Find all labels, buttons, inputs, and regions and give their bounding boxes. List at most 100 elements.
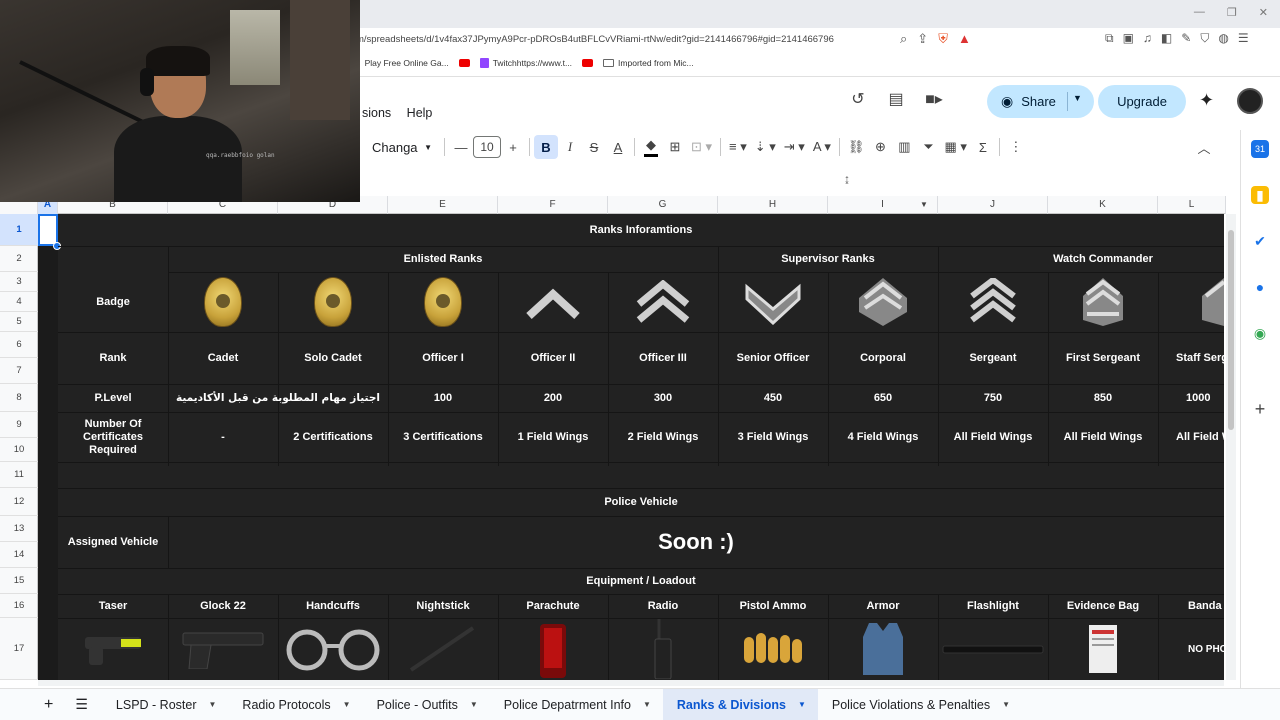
row-header[interactable]: 9 bbox=[0, 412, 38, 438]
strikethrough-icon[interactable]: S bbox=[582, 135, 606, 159]
brave-shield-icon[interactable]: ⛨ bbox=[938, 31, 948, 47]
text-rotation-icon[interactable]: A ▾ bbox=[809, 135, 835, 159]
comments-icon[interactable]: ▤ bbox=[883, 86, 909, 112]
column-header[interactable]: L bbox=[1158, 196, 1226, 214]
column-header[interactable]: E bbox=[388, 196, 498, 214]
music-icon[interactable]: ♫ bbox=[1143, 31, 1152, 46]
more-options-icon[interactable]: ⋮ bbox=[1004, 135, 1028, 159]
equipment-name: Armor bbox=[866, 600, 900, 612]
column-header[interactable]: H bbox=[718, 196, 828, 214]
scroll-thumb[interactable] bbox=[1228, 230, 1234, 430]
add-addon-icon[interactable]: + bbox=[1251, 400, 1269, 418]
contacts-icon[interactable]: ● bbox=[1251, 278, 1269, 296]
bookmark-youtube[interactable] bbox=[458, 59, 470, 67]
bold-icon[interactable]: B bbox=[534, 135, 558, 159]
text-wrapping-icon[interactable]: ⇥ ▾ bbox=[780, 135, 809, 159]
tab-police-outfits[interactable]: Police - Outfits ▼ bbox=[363, 689, 490, 720]
row-header[interactable]: 14 bbox=[0, 542, 38, 568]
menu-extensions[interactable]: sions bbox=[362, 106, 391, 120]
row-header[interactable]: 6 bbox=[0, 332, 38, 358]
vertical-scrollbar[interactable] bbox=[1226, 214, 1236, 680]
row-header[interactable]: 2 bbox=[0, 246, 38, 272]
share-page-icon[interactable]: ⇪ bbox=[917, 31, 928, 47]
insert-comment-icon[interactable]: ⊕ bbox=[868, 135, 892, 159]
row-header[interactable]: 5 bbox=[0, 312, 38, 332]
column-menu-icon[interactable]: ▼ bbox=[920, 196, 928, 214]
column-header[interactable]: J bbox=[938, 196, 1048, 214]
row-header[interactable]: 17 bbox=[0, 618, 38, 680]
minimize-icon[interactable]: — bbox=[1194, 6, 1205, 19]
meet-icon[interactable]: ■▸ bbox=[921, 86, 947, 112]
vpn-icon[interactable]: ⛉ bbox=[1200, 31, 1209, 46]
rewards-icon[interactable]: ▲ bbox=[958, 31, 971, 47]
upgrade-button[interactable]: Upgrade bbox=[1098, 85, 1186, 118]
row-header[interactable]: 16 bbox=[0, 594, 38, 618]
merge-cells-icon[interactable]: ⊡ ▾ bbox=[687, 135, 716, 159]
column-header[interactable]: G bbox=[608, 196, 718, 214]
vertical-align-icon[interactable]: ⇣ ▾ bbox=[751, 135, 780, 159]
chevron-down-icon[interactable]: ▼ bbox=[1073, 93, 1082, 103]
bookmark-youtube-2[interactable] bbox=[582, 59, 594, 67]
fill-color-icon[interactable]: ◆ bbox=[639, 135, 663, 159]
filter-views-icon[interactable]: ▦ ▾ bbox=[940, 135, 970, 159]
menu-icon[interactable]: ☰ bbox=[1238, 31, 1249, 46]
row-header[interactable]: 10 bbox=[0, 438, 38, 462]
bookmark-imported[interactable]: Imported from Mic... bbox=[603, 58, 694, 68]
column-header[interactable]: F bbox=[498, 196, 608, 214]
row-header[interactable]: 8 bbox=[0, 384, 38, 412]
screenshot-icon[interactable]: ▣ bbox=[1123, 31, 1134, 46]
functions-icon[interactable]: Σ bbox=[971, 135, 995, 159]
row-header[interactable]: 12 bbox=[0, 488, 38, 516]
increase-font-size-icon[interactable]: + bbox=[501, 135, 525, 159]
font-size-input[interactable]: 10 bbox=[473, 136, 501, 158]
row-header[interactable]: 11 bbox=[0, 462, 38, 488]
bookmark-twitch[interactable]: Twitchhttps://www.t... bbox=[479, 58, 572, 68]
wallet-icon[interactable]: ◍ bbox=[1218, 31, 1228, 46]
horizontal-scrollbar[interactable] bbox=[38, 680, 1224, 686]
menu-help[interactable]: Help bbox=[407, 106, 433, 120]
all-sheets-icon[interactable]: ☰ bbox=[67, 689, 102, 720]
gemini-icon[interactable]: ✦ bbox=[1199, 90, 1214, 111]
filter-icon[interactable]: ⏷ bbox=[916, 135, 940, 159]
column-header[interactable]: K bbox=[1048, 196, 1158, 214]
maps-icon[interactable]: ◉ bbox=[1251, 324, 1269, 342]
calendar-icon[interactable]: 31 bbox=[1251, 140, 1269, 158]
insert-chart-icon[interactable]: ▥ bbox=[892, 135, 916, 159]
tab-police-department-info[interactable]: Police Depatrment Info ▼ bbox=[490, 689, 663, 720]
address-bar[interactable]: m/spreadsheets/d/1v4fax37JPymyA9Pcr-pDRO… bbox=[340, 30, 940, 50]
share-button[interactable]: ◉ Share ▼ bbox=[987, 85, 1094, 118]
tab-lspd-roster[interactable]: LSPD - Roster ▼ bbox=[102, 689, 229, 720]
bookmark-play-games[interactable]: 📍Play Free Online Ga... bbox=[350, 58, 449, 69]
row-header[interactable]: 3 bbox=[0, 272, 38, 292]
row-header[interactable]: 1 bbox=[0, 214, 38, 246]
decrease-font-size-icon[interactable]: — bbox=[449, 135, 473, 159]
tab-police-violations[interactable]: Police Violations & Penalties ▼ bbox=[818, 689, 1022, 720]
sidebar-icon[interactable]: ◧ bbox=[1161, 31, 1172, 46]
collapse-menus-icon[interactable]: ︿ bbox=[1192, 135, 1216, 159]
row-header[interactable]: 4 bbox=[0, 292, 38, 312]
close-icon[interactable]: ✕ bbox=[1259, 6, 1268, 19]
row-header[interactable]: 13 bbox=[0, 516, 38, 542]
spreadsheet-grid[interactable]: Ranks Inforamtions Enlisted Ranks Superv… bbox=[38, 214, 1224, 680]
version-history-icon[interactable]: ↺ bbox=[845, 86, 871, 112]
formula-bar[interactable]: ↨ bbox=[360, 170, 1226, 194]
zoom-icon[interactable]: ⌕ bbox=[900, 31, 907, 47]
font-family-select[interactable]: Changa ▼ bbox=[362, 135, 440, 159]
tasks-icon[interactable]: ✔ bbox=[1251, 232, 1269, 250]
borders-icon[interactable]: ⊞ bbox=[663, 135, 687, 159]
italic-icon[interactable]: I bbox=[558, 135, 582, 159]
text-color-icon[interactable]: A bbox=[606, 135, 630, 159]
restore-icon[interactable]: ❐ bbox=[1227, 6, 1237, 19]
avatar[interactable] bbox=[1237, 88, 1263, 114]
row-header[interactable]: 15 bbox=[0, 568, 38, 594]
add-sheet-icon[interactable]: + bbox=[0, 689, 67, 720]
insert-link-icon[interactable]: ⛓ bbox=[844, 135, 869, 159]
webcam-overlay: qqa.raebbfoio golan bbox=[0, 0, 360, 202]
keep-icon[interactable]: ▮ bbox=[1251, 186, 1269, 204]
horizontal-align-icon[interactable]: ≡ ▾ bbox=[725, 135, 751, 159]
tab-ranks-divisions[interactable]: Ranks & Divisions ▼ bbox=[662, 688, 818, 720]
tab-radio-protocols[interactable]: Radio Protocols ▼ bbox=[228, 689, 362, 720]
row-header[interactable]: 7 bbox=[0, 358, 38, 384]
extensions-icon[interactable]: ⧉ bbox=[1105, 31, 1114, 46]
edit-icon[interactable]: ✎ bbox=[1181, 31, 1191, 46]
